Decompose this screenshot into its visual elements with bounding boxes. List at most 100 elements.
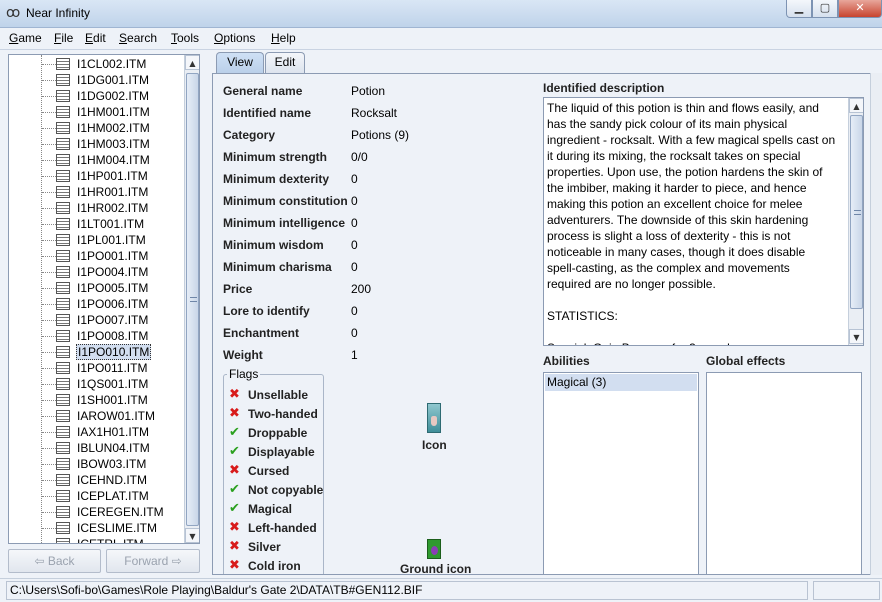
file-icon <box>56 490 70 502</box>
tree-branch-line <box>42 208 56 209</box>
tree-item[interactable]: I1DG002.ITM <box>9 88 184 104</box>
global-effects-list[interactable] <box>706 372 862 574</box>
back-button[interactable]: ⇦ Back <box>8 549 101 573</box>
description-scrollbar[interactable]: ▲ ▼ <box>848 98 863 345</box>
tree-item[interactable]: I1PO004.ITM <box>9 264 184 280</box>
tree-item[interactable]: I1HR001.ITM <box>9 184 184 200</box>
tree-item[interactable]: I1PO005.ITM <box>9 280 184 296</box>
tree-item[interactable]: I1SH001.ITM <box>9 392 184 408</box>
field-label: Minimum intelligence <box>223 216 346 230</box>
file-icon <box>56 394 70 406</box>
description-textarea[interactable]: The liquid of this potion is thin and fl… <box>543 97 864 346</box>
field-value: Potion <box>351 84 386 98</box>
tree-branch-line <box>42 224 56 225</box>
tree-item[interactable]: I1DG001.ITM <box>9 72 184 88</box>
field-value: 200 <box>351 282 372 296</box>
tree-item[interactable]: ICEREGEN.ITM <box>9 504 184 520</box>
status-path: C:\Users\Sofi-bo\Games\Role Playing\Bald… <box>6 581 808 600</box>
tree-item-label: I1DG001.ITM <box>77 73 150 87</box>
cross-icon: ✖ <box>229 463 240 478</box>
tree-item[interactable]: I1HP001.ITM <box>9 168 184 184</box>
desc-scroll-down-icon[interactable]: ▼ <box>849 329 863 344</box>
tree-scrollbar[interactable]: ▲ ▼ <box>184 55 199 543</box>
field-label: Minimum dexterity <box>223 172 330 186</box>
field-label: Minimum wisdom <box>223 238 324 252</box>
tree-item-label: I1PO011.ITM <box>77 361 148 375</box>
file-icon <box>56 138 70 150</box>
file-icon <box>56 538 70 543</box>
scroll-thumb[interactable] <box>186 73 199 526</box>
resource-tree[interactable]: I1CL002.ITM I1DG001.ITM I1DG002.ITM I1HM001… <box>8 54 200 544</box>
tree-item[interactable]: IBOW03.ITM <box>9 456 184 472</box>
maximize-button[interactable]: ▢ <box>812 0 838 18</box>
tab-edit[interactable]: Edit <box>265 52 305 73</box>
menu-game[interactable]: Game <box>9 31 42 45</box>
tree-item[interactable]: I1CL002.ITM <box>9 56 184 72</box>
flag-item: ✖ Cursed <box>229 463 329 481</box>
tree-item[interactable]: I1QS001.ITM <box>9 376 184 392</box>
tree-item-label: I1HR002.ITM <box>77 201 149 215</box>
tree-item-label: IBOW03.ITM <box>77 457 147 471</box>
cross-icon: ✖ <box>229 387 240 402</box>
scroll-up-arrow-icon[interactable]: ▲ <box>185 55 199 70</box>
field-value: 0 <box>351 326 358 340</box>
tree-item[interactable]: ICEPLAT.ITM <box>9 488 184 504</box>
description-text: The liquid of this potion is thin and fl… <box>547 101 836 345</box>
tree-item[interactable]: I1PL001.ITM <box>9 232 184 248</box>
desc-grip-icon <box>854 210 861 215</box>
tree-item[interactable]: ICESLIME.ITM <box>9 520 184 536</box>
tree-item[interactable]: I1PO007.ITM <box>9 312 184 328</box>
desc-scroll-up-icon[interactable]: ▲ <box>849 98 863 113</box>
menu-options[interactable]: Options <box>214 31 255 45</box>
file-icon <box>56 378 70 390</box>
tree-item[interactable]: I1HM002.ITM <box>9 120 184 136</box>
tree-item[interactable]: I1PO006.ITM <box>9 296 184 312</box>
checkmark-icon: ✔ <box>229 482 240 497</box>
scroll-down-arrow-icon[interactable]: ▼ <box>185 528 199 543</box>
file-icon <box>56 234 70 246</box>
tree-item[interactable]: ICETRL.ITM <box>9 536 184 543</box>
tree-item[interactable]: I1PO010.ITM <box>9 344 184 360</box>
tree-branch-line <box>42 496 56 497</box>
menu-tools[interactable]: Tools <box>171 31 199 45</box>
tree-item-label: I1PO007.ITM <box>77 313 149 327</box>
desc-scroll-thumb[interactable] <box>850 115 863 309</box>
tree-item[interactable]: I1HM003.ITM <box>9 136 184 152</box>
tree-branch-line <box>42 368 56 369</box>
tree-item[interactable]: I1PO011.ITM <box>9 360 184 376</box>
flag-item: ✔ Not copyable <box>229 482 329 500</box>
field-label: Category <box>223 128 276 142</box>
cross-icon: ✖ <box>229 539 240 554</box>
tree-item[interactable]: I1LT001.ITM <box>9 216 184 232</box>
file-icon <box>56 74 70 86</box>
tree-branch-line <box>42 288 56 289</box>
tree-branch-line <box>42 160 56 161</box>
tree-item[interactable]: ICEHND.ITM <box>9 472 184 488</box>
status-bar: C:\Users\Sofi-bo\Games\Role Playing\Bald… <box>0 578 882 602</box>
tree-item[interactable]: I1HR002.ITM <box>9 200 184 216</box>
tree-item[interactable]: I1PO008.ITM <box>9 328 184 344</box>
menu-edit[interactable]: Edit <box>85 31 106 45</box>
menu-file[interactable]: File <box>54 31 73 45</box>
tree-item[interactable]: I1PO001.ITM <box>9 248 184 264</box>
ability-item[interactable]: Magical (3) <box>545 374 697 391</box>
tree-item[interactable]: IBLUN04.ITM <box>9 440 184 456</box>
field-value: 0 <box>351 260 358 274</box>
menu-help[interactable]: Help <box>271 31 296 45</box>
tree-item[interactable]: I1HM004.ITM <box>9 152 184 168</box>
tree-item[interactable]: I1HM001.ITM <box>9 104 184 120</box>
field-label: Minimum strength <box>223 150 327 164</box>
tab-view[interactable]: View <box>216 52 264 74</box>
panel-scrollbar[interactable] <box>870 73 882 575</box>
close-button[interactable]: ✕ <box>838 0 882 18</box>
tree-branch-line <box>42 304 56 305</box>
minimize-button[interactable]: ▁ <box>786 0 812 18</box>
tree-item[interactable]: IAX1H01.ITM <box>9 424 184 440</box>
field-label: Minimum charisma <box>223 260 332 274</box>
abilities-list[interactable]: Magical (3) <box>543 372 699 574</box>
tree-item[interactable]: IAROW01.ITM <box>9 408 184 424</box>
forward-button[interactable]: Forward ⇨ <box>106 549 200 573</box>
tree-branch-line <box>42 464 56 465</box>
cross-icon: ✖ <box>229 520 240 535</box>
menu-search[interactable]: Search <box>119 31 157 45</box>
